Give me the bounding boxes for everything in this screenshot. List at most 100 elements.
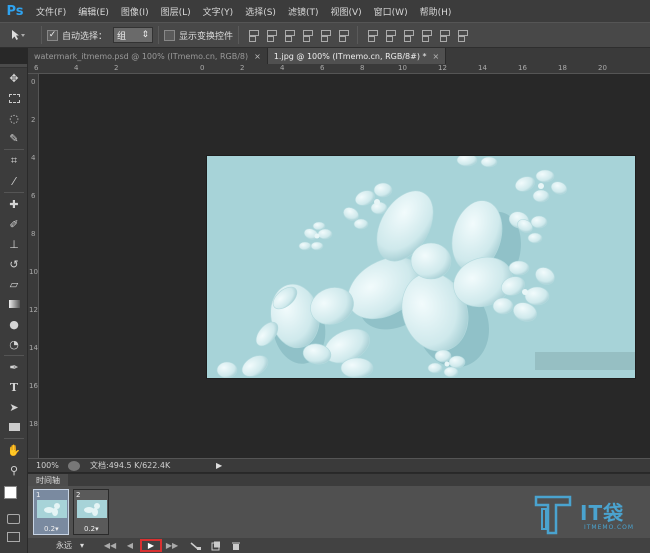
timeline-controls: 永远 ▾ ◀◀ ◀ ▶ ▶▶ [28,538,650,553]
menu-file[interactable]: 文件(F) [30,5,72,18]
auto-select-dropdown[interactable]: 组 ⇕ [113,27,154,43]
pen-tool[interactable]: ✒ [0,357,28,377]
align-right-icon[interactable] [337,28,350,42]
align-top-icon[interactable] [247,28,260,42]
tab-1-jpg[interactable]: 1.jpg @ 100% (ITmemo.cn, RGB/8#) * × [267,48,447,64]
document-size-info: 文档:494.5 K/622.4K [90,461,171,470]
paper-flowers-artwork [207,156,635,378]
distribute-left-icon[interactable] [420,28,433,42]
frame-delay[interactable]: 0.2▾ [84,525,99,533]
eyedropper-tool[interactable]: ⁄ [0,171,28,191]
menu-edit[interactable]: 编辑(E) [72,5,115,18]
menu-window[interactable]: 窗口(W) [368,5,414,18]
menu-image[interactable]: 图像(I) [115,5,155,18]
eyedropper-icon: ⁄ [13,174,15,188]
tools-panel: ✥ ◌ ✎ ⌗ ⁄ ✚ ✐ ⊥ ↺ ▱ ● ◔ ✒ T ➤ ✋ ⚲ [0,64,28,482]
document-image[interactable] [207,156,635,378]
blur-tool[interactable]: ● [0,314,28,334]
eraser-tool[interactable]: ▱ [0,274,28,294]
canvas-workspace[interactable] [39,74,650,458]
frame-delay[interactable]: 0.2▾ [44,525,59,533]
timeline-frame[interactable]: 2 0.2▾ [73,489,109,535]
updown-arrows-icon: ⇕ [141,30,150,40]
delete-frame-button[interactable] [226,539,246,552]
healing-tool[interactable]: ✚ [0,194,28,214]
play-button[interactable]: ▶ [140,539,162,552]
rectangle-tool[interactable] [0,417,28,437]
timeline-tab[interactable]: 时间轴 [28,473,68,487]
distribute-right-icon[interactable] [456,28,469,42]
stamp-tool[interactable]: ⊥ [0,234,28,254]
previous-frame-button[interactable]: ◀ [120,539,140,552]
rectangle-icon [8,423,20,431]
menu-type[interactable]: 文字(Y) [197,5,240,18]
tool-preset-picker[interactable] [0,24,36,46]
menu-view[interactable]: 视图(V) [324,5,367,18]
loop-options-dropdown[interactable]: 永远 ▾ [28,540,100,551]
zoom-level[interactable]: 100% [28,461,62,470]
gradient-tool[interactable] [0,294,28,314]
type-tool[interactable]: T [0,377,28,397]
ruler-number: 0 [31,78,36,86]
distribute-vcenter-icon[interactable] [384,28,397,42]
divider [4,355,24,356]
ruler-number: 14 [29,344,38,352]
frame-number: 2 [76,491,81,499]
divider [4,149,24,150]
first-frame-button[interactable]: ◀◀ [100,539,120,552]
ruler-number: 12 [29,306,38,314]
pen-icon: ✒ [9,360,19,374]
ruler-number: 8 [31,230,36,238]
menu-help[interactable]: 帮助(H) [414,5,458,18]
status-info-icon [68,460,80,471]
lasso-tool[interactable]: ◌ [0,108,28,128]
zoom-tool[interactable]: ⚲ [0,460,28,480]
show-transform-checkbox[interactable] [164,29,176,41]
marquee-tool[interactable] [0,88,28,108]
horizontal-ruler[interactable]: 6 4 2 0 2 4 6 8 10 12 14 16 18 20 [28,64,650,74]
ruler-number: 16 [518,64,527,72]
vertical-ruler[interactable]: 0 2 4 6 8 10 12 14 16 18 [28,74,39,458]
zoom-icon: ⚲ [9,463,19,477]
healing-icon: ✚ [9,197,19,211]
menu-filter[interactable]: 滤镜(T) [282,5,325,18]
close-icon[interactable]: × [432,52,439,61]
document-tabs: watermark_itmemo.psd @ 100% (ITmemo.cn, … [28,48,650,64]
screen-mode-icon[interactable] [7,532,20,542]
tab-watermark-psd[interactable]: watermark_itmemo.psd @ 100% (ITmemo.cn, … [28,48,268,64]
show-transform-label: 显示变换控件 [179,31,234,42]
align-vcenter-icon[interactable] [265,28,278,42]
history-brush-tool[interactable]: ↺ [0,254,28,274]
brush-tool[interactable]: ✐ [0,214,28,234]
quick-mask-icon[interactable] [7,514,20,524]
move-tool[interactable]: ✥ [0,68,28,88]
auto-select-checkbox[interactable]: ✓ [47,29,58,41]
loop-value: 永远 [56,541,72,550]
path-select-tool[interactable]: ➤ [0,397,28,417]
it-logo-icon [534,495,572,535]
foreground-color-swatch[interactable] [4,486,17,499]
distribute-hcenter-icon[interactable] [438,28,451,42]
close-icon[interactable]: × [254,52,261,61]
dodge-tool[interactable]: ◔ [0,334,28,354]
menu-select[interactable]: 选择(S) [239,5,282,18]
ruler-number: 6 [320,64,325,72]
menu-layer[interactable]: 图层(L) [155,5,197,18]
lasso-icon: ◌ [9,111,19,125]
align-hcenter-icon[interactable] [319,28,332,42]
align-left-icon[interactable] [301,28,314,42]
quick-select-tool[interactable]: ✎ [0,128,28,148]
watermark-url: ITMEMO.COM [584,524,635,531]
distribute-top-icon[interactable] [366,28,379,42]
status-menu-arrow-icon[interactable]: ▶ [216,461,222,470]
hand-tool[interactable]: ✋ [0,440,28,460]
crop-tool[interactable]: ⌗ [0,151,28,171]
next-frame-button[interactable]: ▶▶ [162,539,182,552]
align-bottom-icon[interactable] [283,28,296,42]
duplicate-frame-button[interactable] [206,539,226,552]
tween-button[interactable] [186,539,206,552]
distribute-bottom-icon[interactable] [402,28,415,42]
timeline-frame[interactable]: 1 0.2▾ [33,489,69,535]
marquee-icon [8,93,20,103]
ruler-number: 12 [438,64,447,72]
